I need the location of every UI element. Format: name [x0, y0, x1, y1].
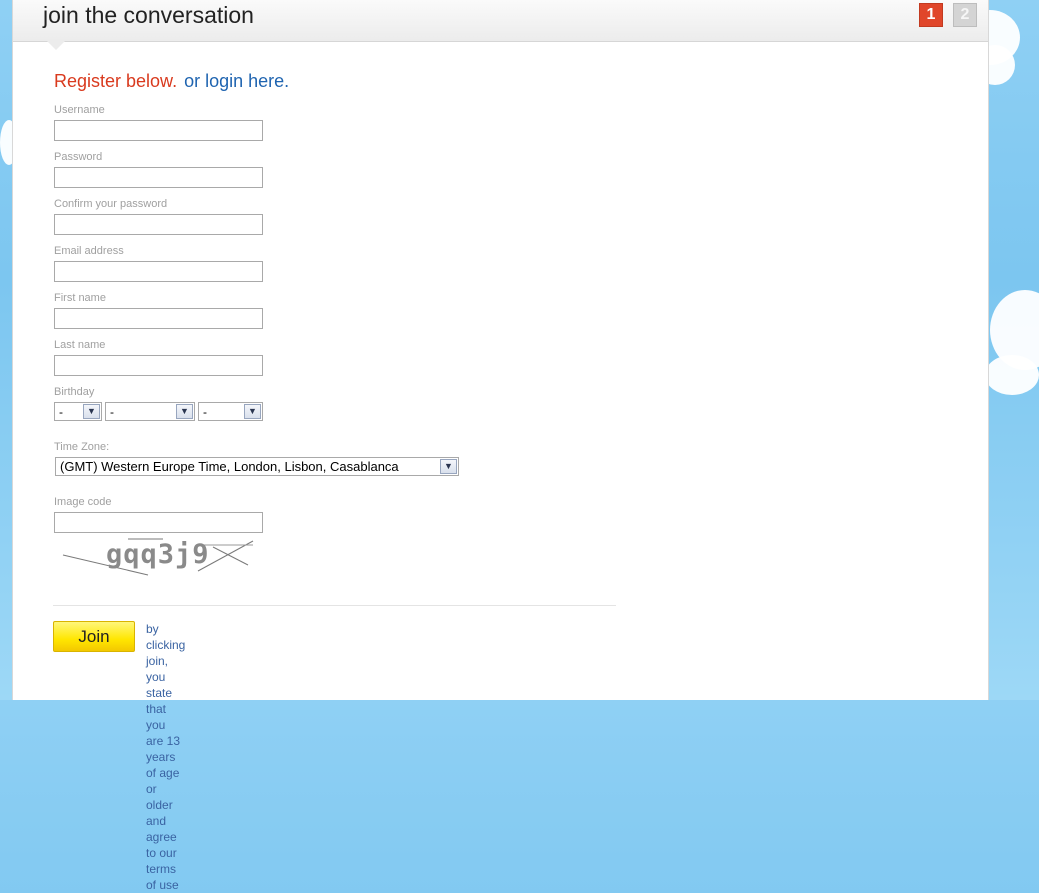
- step-1-indicator: 1: [919, 3, 943, 27]
- registration-panel: join the conversation 1 2 Register below…: [12, 0, 989, 700]
- terms-of-use-link[interactable]: and agree to our terms of use: [146, 813, 185, 893]
- page-title: join the conversation: [43, 2, 254, 28]
- chevron-down-icon: ▼: [83, 404, 100, 419]
- confirm-password-input[interactable]: [54, 214, 263, 235]
- header-bar: join the conversation 1 2: [13, 0, 988, 42]
- header-notch: [47, 41, 65, 50]
- step-2-indicator: 2: [953, 3, 977, 27]
- birthday-year-value: -: [203, 405, 207, 419]
- chevron-down-icon: ▼: [244, 404, 261, 419]
- first-name-input[interactable]: [54, 308, 263, 329]
- image-code-label: Image code: [54, 496, 112, 508]
- chevron-down-icon: ▼: [176, 404, 193, 419]
- timezone-value: (GMT) Western Europe Time, London, Lisbo…: [60, 459, 399, 474]
- last-name-label: Last name: [54, 339, 106, 351]
- timezone-label: Time Zone:: [54, 441, 110, 453]
- timezone-select[interactable]: (GMT) Western Europe Time, London, Lisbo…: [55, 457, 459, 476]
- first-name-label: First name: [54, 292, 106, 304]
- birthday-month-select[interactable]: - ▼: [105, 402, 195, 421]
- register-heading: Register below.: [54, 71, 178, 91]
- birthday-day-select[interactable]: - ▼: [54, 402, 102, 421]
- birthday-day-value: -: [59, 405, 63, 419]
- birthday-label: Birthday: [54, 386, 95, 398]
- username-label: Username: [54, 104, 105, 116]
- footer-divider: [53, 605, 616, 606]
- chevron-down-icon: ▼: [440, 459, 457, 474]
- birthday-year-select[interactable]: - ▼: [198, 402, 263, 421]
- email-label: Email address: [54, 245, 124, 257]
- birthday-month-value: -: [110, 405, 114, 419]
- intro-line: Register below. or login here.: [54, 71, 289, 92]
- login-link[interactable]: or login here.: [184, 71, 289, 91]
- image-code-input[interactable]: [54, 512, 263, 533]
- captcha-image: gqq3j9: [53, 537, 255, 577]
- confirm-password-label: Confirm your password: [54, 198, 168, 210]
- email-input[interactable]: [54, 261, 263, 282]
- terms-line-1: by clicking join, you state that you are…: [146, 622, 186, 812]
- username-input[interactable]: [54, 120, 263, 141]
- cloud-decoration: [985, 355, 1039, 395]
- terms-text: by clicking join, you state that you are…: [146, 621, 185, 893]
- join-button[interactable]: Join: [53, 621, 135, 652]
- password-label: Password: [54, 151, 103, 163]
- captcha-text: gqq3j9: [106, 539, 210, 570]
- last-name-input[interactable]: [54, 355, 263, 376]
- password-input[interactable]: [54, 167, 263, 188]
